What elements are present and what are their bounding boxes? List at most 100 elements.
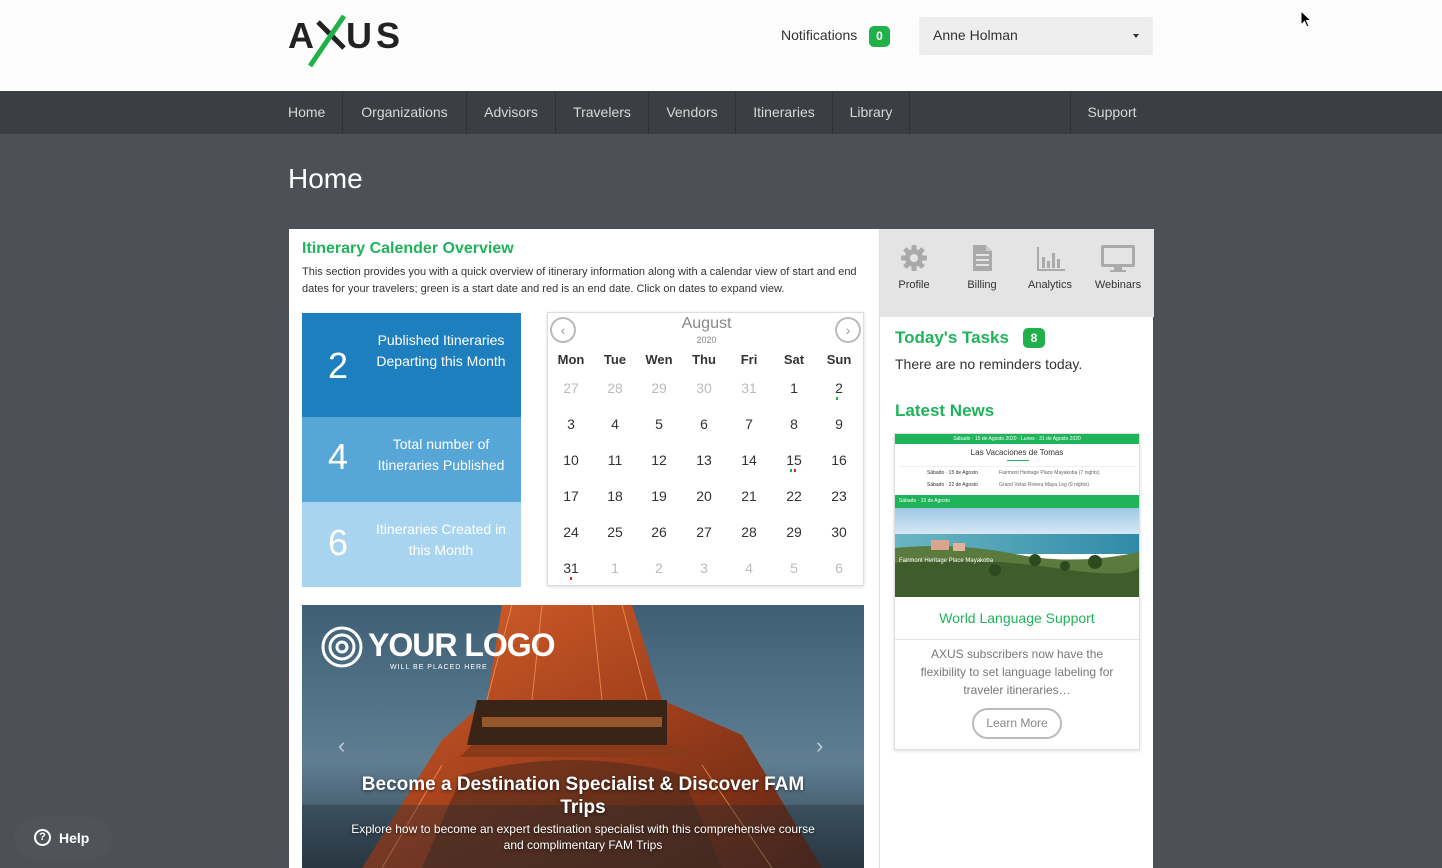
calendar-day[interactable]: 2 — [637, 560, 681, 576]
tasks-title[interactable]: Today's Tasks — [895, 328, 1009, 348]
nav-divider — [909, 91, 910, 134]
calendar-day[interactable]: 27 — [549, 380, 593, 396]
calendar-day[interactable]: 20 — [682, 488, 726, 504]
calendar-day[interactable]: 24 — [549, 524, 593, 540]
nav-itineraries[interactable]: Itineraries — [736, 91, 832, 134]
nav-vendors[interactable]: Vendors — [649, 91, 735, 134]
calendar-day[interactable]: 3 — [682, 560, 726, 576]
calendar-day[interactable]: 30 — [817, 524, 861, 540]
calendar-day[interactable]: 16 — [817, 452, 861, 468]
calendar-day[interactable]: 2 — [817, 380, 861, 396]
nav-support[interactable]: Support — [1071, 91, 1153, 134]
calendar-day[interactable]: 8 — [772, 416, 816, 432]
stat-label: Total number of Itineraries Published — [377, 436, 505, 473]
calendar-day[interactable]: 5 — [772, 560, 816, 576]
calendar-year: 2020 — [696, 335, 717, 345]
thumbnail-row-text: Grand Velas Riviera Maya Leg (9 nights) — [999, 482, 1090, 488]
learn-more-button[interactable]: Learn More — [972, 708, 1062, 739]
calendar-day[interactable]: 5 — [637, 416, 681, 432]
end-date-marker — [570, 577, 572, 580]
calendar-day[interactable]: 14 — [727, 452, 771, 468]
profile-tool[interactable]: Profile — [880, 243, 948, 291]
calendar-day[interactable]: 11 — [593, 452, 637, 468]
tasks-count-badge[interactable]: 8 — [1023, 328, 1045, 348]
calendar-day[interactable]: 23 — [817, 488, 861, 504]
svg-text:US: US — [346, 15, 404, 56]
calendar-day[interactable]: 31 — [549, 560, 593, 576]
axus-logo[interactable]: A US — [288, 14, 408, 70]
calendar-day[interactable]: 26 — [637, 524, 681, 540]
banner-headline[interactable]: Become a Destination Specialist & Discov… — [342, 773, 824, 819]
end-date-marker — [794, 469, 796, 472]
calendar-day[interactable]: 7 — [727, 416, 771, 432]
notifications-badge[interactable]: 0 — [869, 26, 890, 47]
calendar-day[interactable]: 4 — [593, 416, 637, 432]
calendar-day[interactable]: 1 — [593, 560, 637, 576]
top-header: A US Notifications 0 Anne Holman — [0, 0, 1442, 91]
calendar-day[interactable]: 28 — [727, 524, 771, 540]
stat-value: 2 — [328, 345, 349, 386]
calendar-day[interactable]: 17 — [549, 488, 593, 504]
nav-library[interactable]: Library — [833, 91, 909, 134]
notifications-link[interactable]: Notifications — [781, 27, 857, 43]
calendar-day[interactable]: 30 — [682, 380, 726, 396]
next-month-button[interactable]: › — [835, 317, 861, 343]
calendar-day[interactable]: 22 — [772, 488, 816, 504]
calendar-day[interactable]: 12 — [637, 452, 681, 468]
help-button[interactable]: ? Help — [14, 817, 112, 859]
calendar-day[interactable]: 21 — [727, 488, 771, 504]
calendar-day[interactable]: 29 — [637, 380, 681, 396]
chevron-down-icon — [1133, 34, 1139, 38]
news-thumbnail[interactable]: Sábado · 15 de Agosto 2020 - Lunes · 31 … — [895, 434, 1139, 597]
calendar-day[interactable]: 9 — [817, 416, 861, 432]
weekday-header: Fri — [740, 352, 758, 367]
calendar-day[interactable]: 28 — [593, 380, 637, 396]
itinerary-calendar: ‹ August 2020 › Mon Tue Wen Thu Fri Sat Sun 27 2… — [547, 312, 864, 586]
weekday-header: Wen — [645, 352, 673, 367]
thumbnail-underline — [1007, 460, 1029, 461]
calendar-day[interactable]: 31 — [727, 380, 771, 396]
thumbnail-section: Sábado · 15 de Agosto — [895, 495, 1139, 508]
calendar-day[interactable]: 10 — [549, 452, 593, 468]
calendar-day[interactable]: 19 — [637, 488, 681, 504]
nav-organizations[interactable]: Organizations — [343, 91, 466, 134]
carousel-next-button[interactable]: › — [816, 733, 823, 759]
thumbnail-rule — [899, 466, 1135, 467]
analytics-tool[interactable]: Analytics — [1016, 243, 1084, 291]
promo-banner[interactable]: YOUR LOGO WILL BE PLACED HERE ‹ › Become… — [302, 605, 864, 868]
carousel-prev-button[interactable]: ‹ — [338, 733, 345, 759]
stat-created-this-month[interactable]: 6 Itineraries Created in this Month — [302, 502, 521, 587]
calendar-day[interactable]: 6 — [817, 560, 861, 576]
calendar-day[interactable]: 1 — [772, 380, 816, 396]
weekday-header: Thu — [692, 352, 716, 367]
calendar-day[interactable]: 27 — [682, 524, 726, 540]
thumbnail-row-text: Fairmont Heritage Place Mayakoba (7 nigh… — [999, 470, 1100, 476]
calendar-day[interactable]: 13 — [682, 452, 726, 468]
gear-icon — [901, 245, 927, 271]
webinars-tool[interactable]: Webinars — [1084, 243, 1152, 291]
news-card[interactable]: Sábado · 15 de Agosto 2020 - Lunes · 31 … — [894, 433, 1140, 750]
start-date-marker — [790, 469, 792, 472]
calendar-day[interactable]: 18 — [593, 488, 637, 504]
weekday-header: Sat — [783, 352, 805, 367]
user-dropdown[interactable]: Anne Holman — [919, 17, 1153, 55]
calendar-day[interactable]: 25 — [593, 524, 637, 540]
dashboard-panel: Itinerary Calender Overview This section… — [289, 229, 1154, 868]
calendar-day[interactable]: 4 — [727, 560, 771, 576]
resort-photo — [895, 508, 1139, 597]
calendar-day[interactable]: 15 — [772, 452, 816, 468]
news-headline[interactable]: World Language Support — [895, 610, 1139, 626]
logo-placeholder-icon — [321, 626, 363, 668]
nav-advisors[interactable]: Advisors — [467, 91, 555, 134]
start-date-marker — [836, 397, 838, 400]
stat-published-departing[interactable]: 2 Published Itineraries Departing this M… — [302, 313, 521, 417]
nav-travelers[interactable]: Travelers — [556, 91, 648, 134]
stat-total-published[interactable]: 4 Total number of Itineraries Published — [302, 417, 521, 502]
calendar-day[interactable]: 6 — [682, 416, 726, 432]
calendar-day[interactable]: 29 — [772, 524, 816, 540]
weekday-header: Tue — [603, 352, 627, 367]
calendar-day[interactable]: 3 — [549, 416, 593, 432]
weekday-header: Sun — [826, 352, 852, 367]
nav-home[interactable]: Home — [288, 91, 342, 134]
billing-tool[interactable]: Billing — [948, 243, 1016, 291]
